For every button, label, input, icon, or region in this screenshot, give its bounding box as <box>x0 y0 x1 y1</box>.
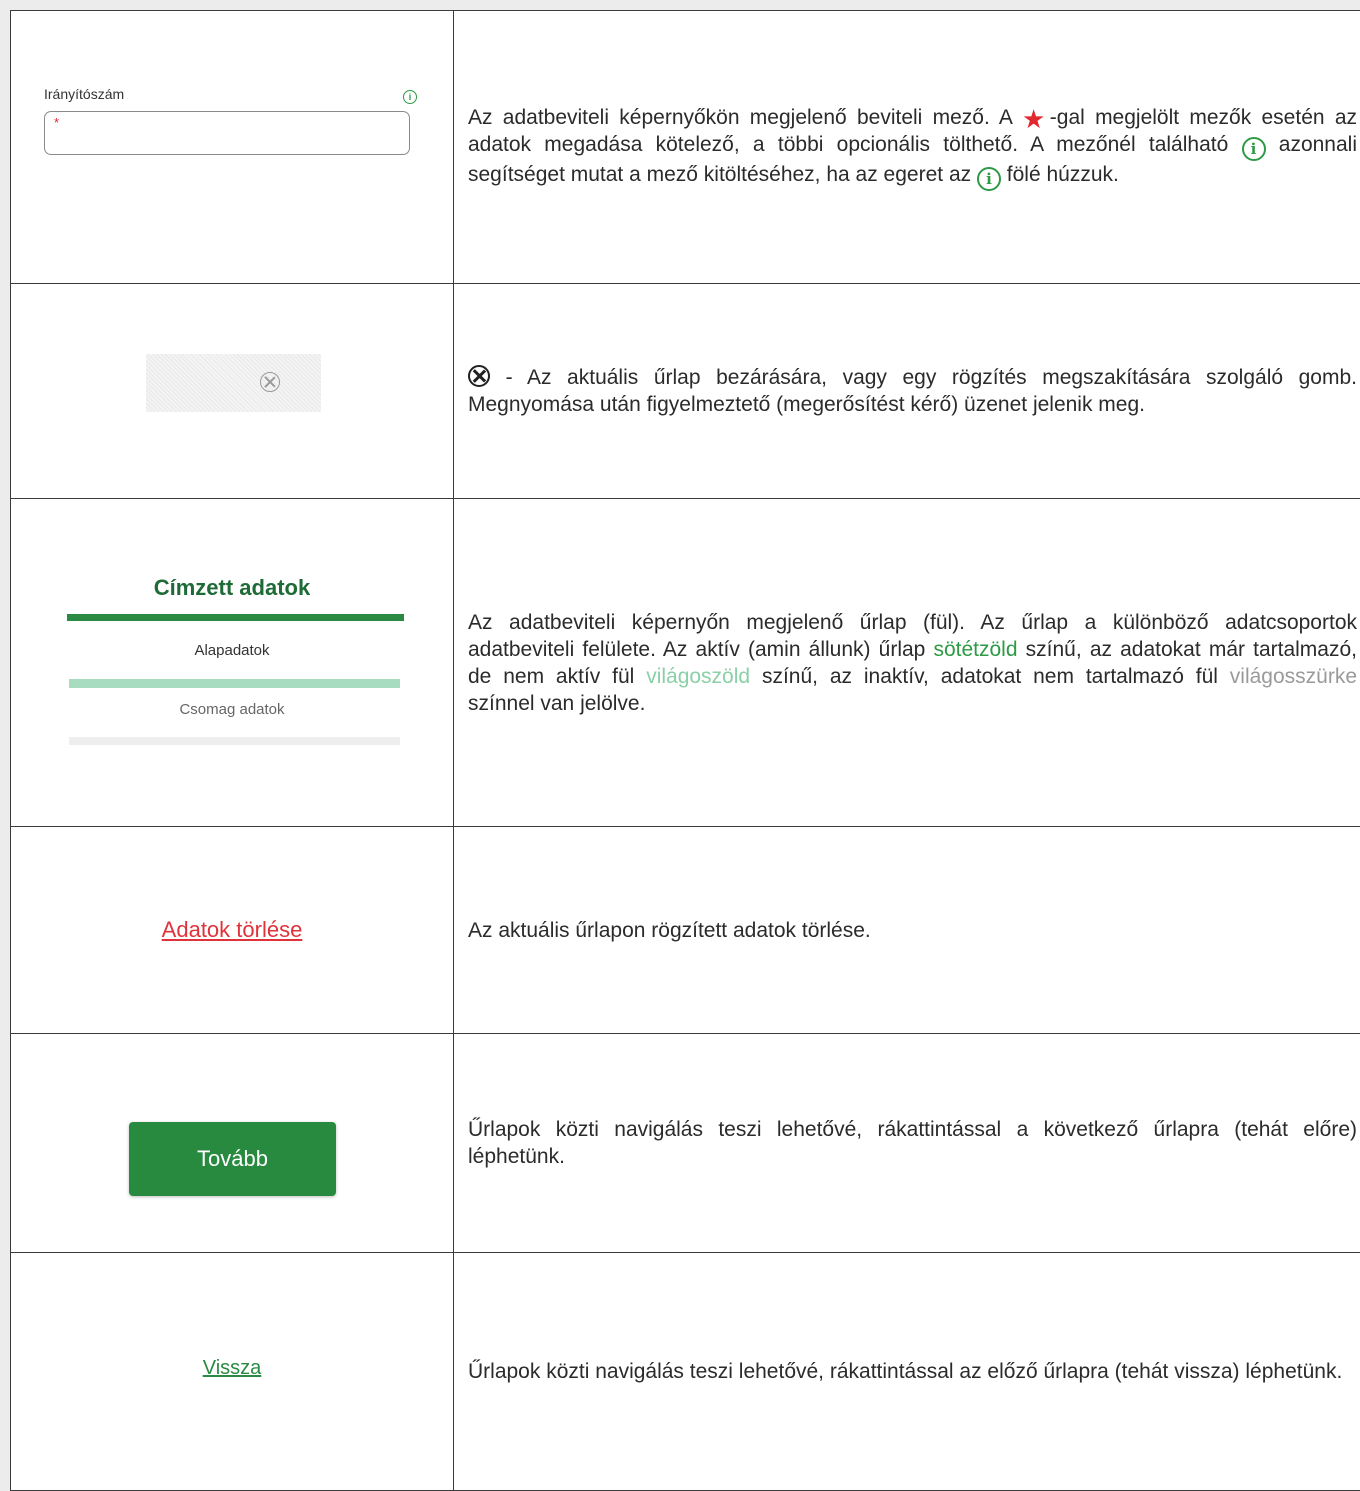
postal-code-input[interactable]: * <box>44 111 410 155</box>
description-cell: Az adatbeviteli képernyőn megjelenő űrla… <box>454 499 1360 827</box>
illustration-cell: Vissza <box>11 1253 454 1491</box>
table-row: - Az aktuális űrlap bezárására, vagy egy… <box>11 284 1360 499</box>
close-button[interactable] <box>146 354 321 412</box>
description-text: - Az aktuális űrlap bezárására, vagy egy… <box>468 364 1360 418</box>
light-green-word: világoszöld <box>646 665 750 688</box>
tab-filled[interactable]: Alapadatok <box>11 642 453 659</box>
dark-green-word: sötétzöld <box>933 638 1017 661</box>
required-mark: * <box>54 115 59 130</box>
description-cell: Az adatbeviteli képernyőkön megjelenő be… <box>454 11 1360 284</box>
field-label: Irányítószám <box>44 86 124 102</box>
illustration-cell: Tovább <box>11 1034 454 1253</box>
close-icon <box>260 372 280 392</box>
table-row: Irányítószám i * Az adatbeviteli képerny… <box>11 11 1360 284</box>
ui-elements-table: Irányítószám i * Az adatbeviteli képerny… <box>10 10 1360 1491</box>
delete-data-link[interactable]: Adatok törlése <box>11 917 453 943</box>
description-cell: - Az aktuális űrlap bezárására, vagy egy… <box>454 284 1360 499</box>
back-link[interactable]: Vissza <box>11 1357 453 1380</box>
tab-active[interactable]: Címzett adatok <box>11 575 453 601</box>
description-cell: Űrlapok közti navigálás teszi lehetővé, … <box>454 1253 1360 1491</box>
illustration-cell: Adatok törlése <box>11 827 454 1034</box>
illustration-cell: Címzett adatok Alapadatok Csomag adatok <box>11 499 454 827</box>
info-icon[interactable]: i <box>403 90 417 104</box>
next-button[interactable]: Tovább <box>129 1122 336 1196</box>
description-text: Űrlapok közti navigálás teszi lehetővé, … <box>468 1116 1360 1170</box>
description-cell: Űrlapok közti navigálás teszi lehetővé, … <box>454 1034 1360 1253</box>
description-cell: Az aktuális űrlapon rögzített adatok tör… <box>454 827 1360 1034</box>
close-icon <box>468 365 490 387</box>
info-icon: i <box>1242 137 1266 161</box>
tab-active-indicator <box>67 614 404 621</box>
tab-empty[interactable]: Csomag adatok <box>11 701 453 718</box>
light-grey-word: világosszürke <box>1230 665 1357 688</box>
info-icon: i <box>977 167 1001 191</box>
tab-empty-indicator <box>69 737 400 745</box>
description-text: Az adatbeviteli képernyőkön megjelenő be… <box>468 104 1360 191</box>
illustration-cell <box>11 284 454 499</box>
table-row: Vissza Űrlapok közti navigálás teszi leh… <box>11 1253 1360 1491</box>
illustration-cell: Irányítószám i * <box>11 11 454 284</box>
table-row: Címzett adatok Alapadatok Csomag adatok … <box>11 499 1360 827</box>
table-row: Adatok törlése Az aktuális űrlapon rögzí… <box>11 827 1360 1034</box>
table-row: Tovább Űrlapok közti navigálás teszi leh… <box>11 1034 1360 1253</box>
tab-filled-indicator <box>69 679 400 688</box>
description-text: Az aktuális űrlapon rögzített adatok tör… <box>468 917 1360 944</box>
description-text: Űrlapok közti navigálás teszi lehetővé, … <box>468 1358 1360 1385</box>
description-text: Az adatbeviteli képernyőn megjelenő űrla… <box>468 609 1360 717</box>
required-star-icon: ★ <box>1022 104 1050 134</box>
